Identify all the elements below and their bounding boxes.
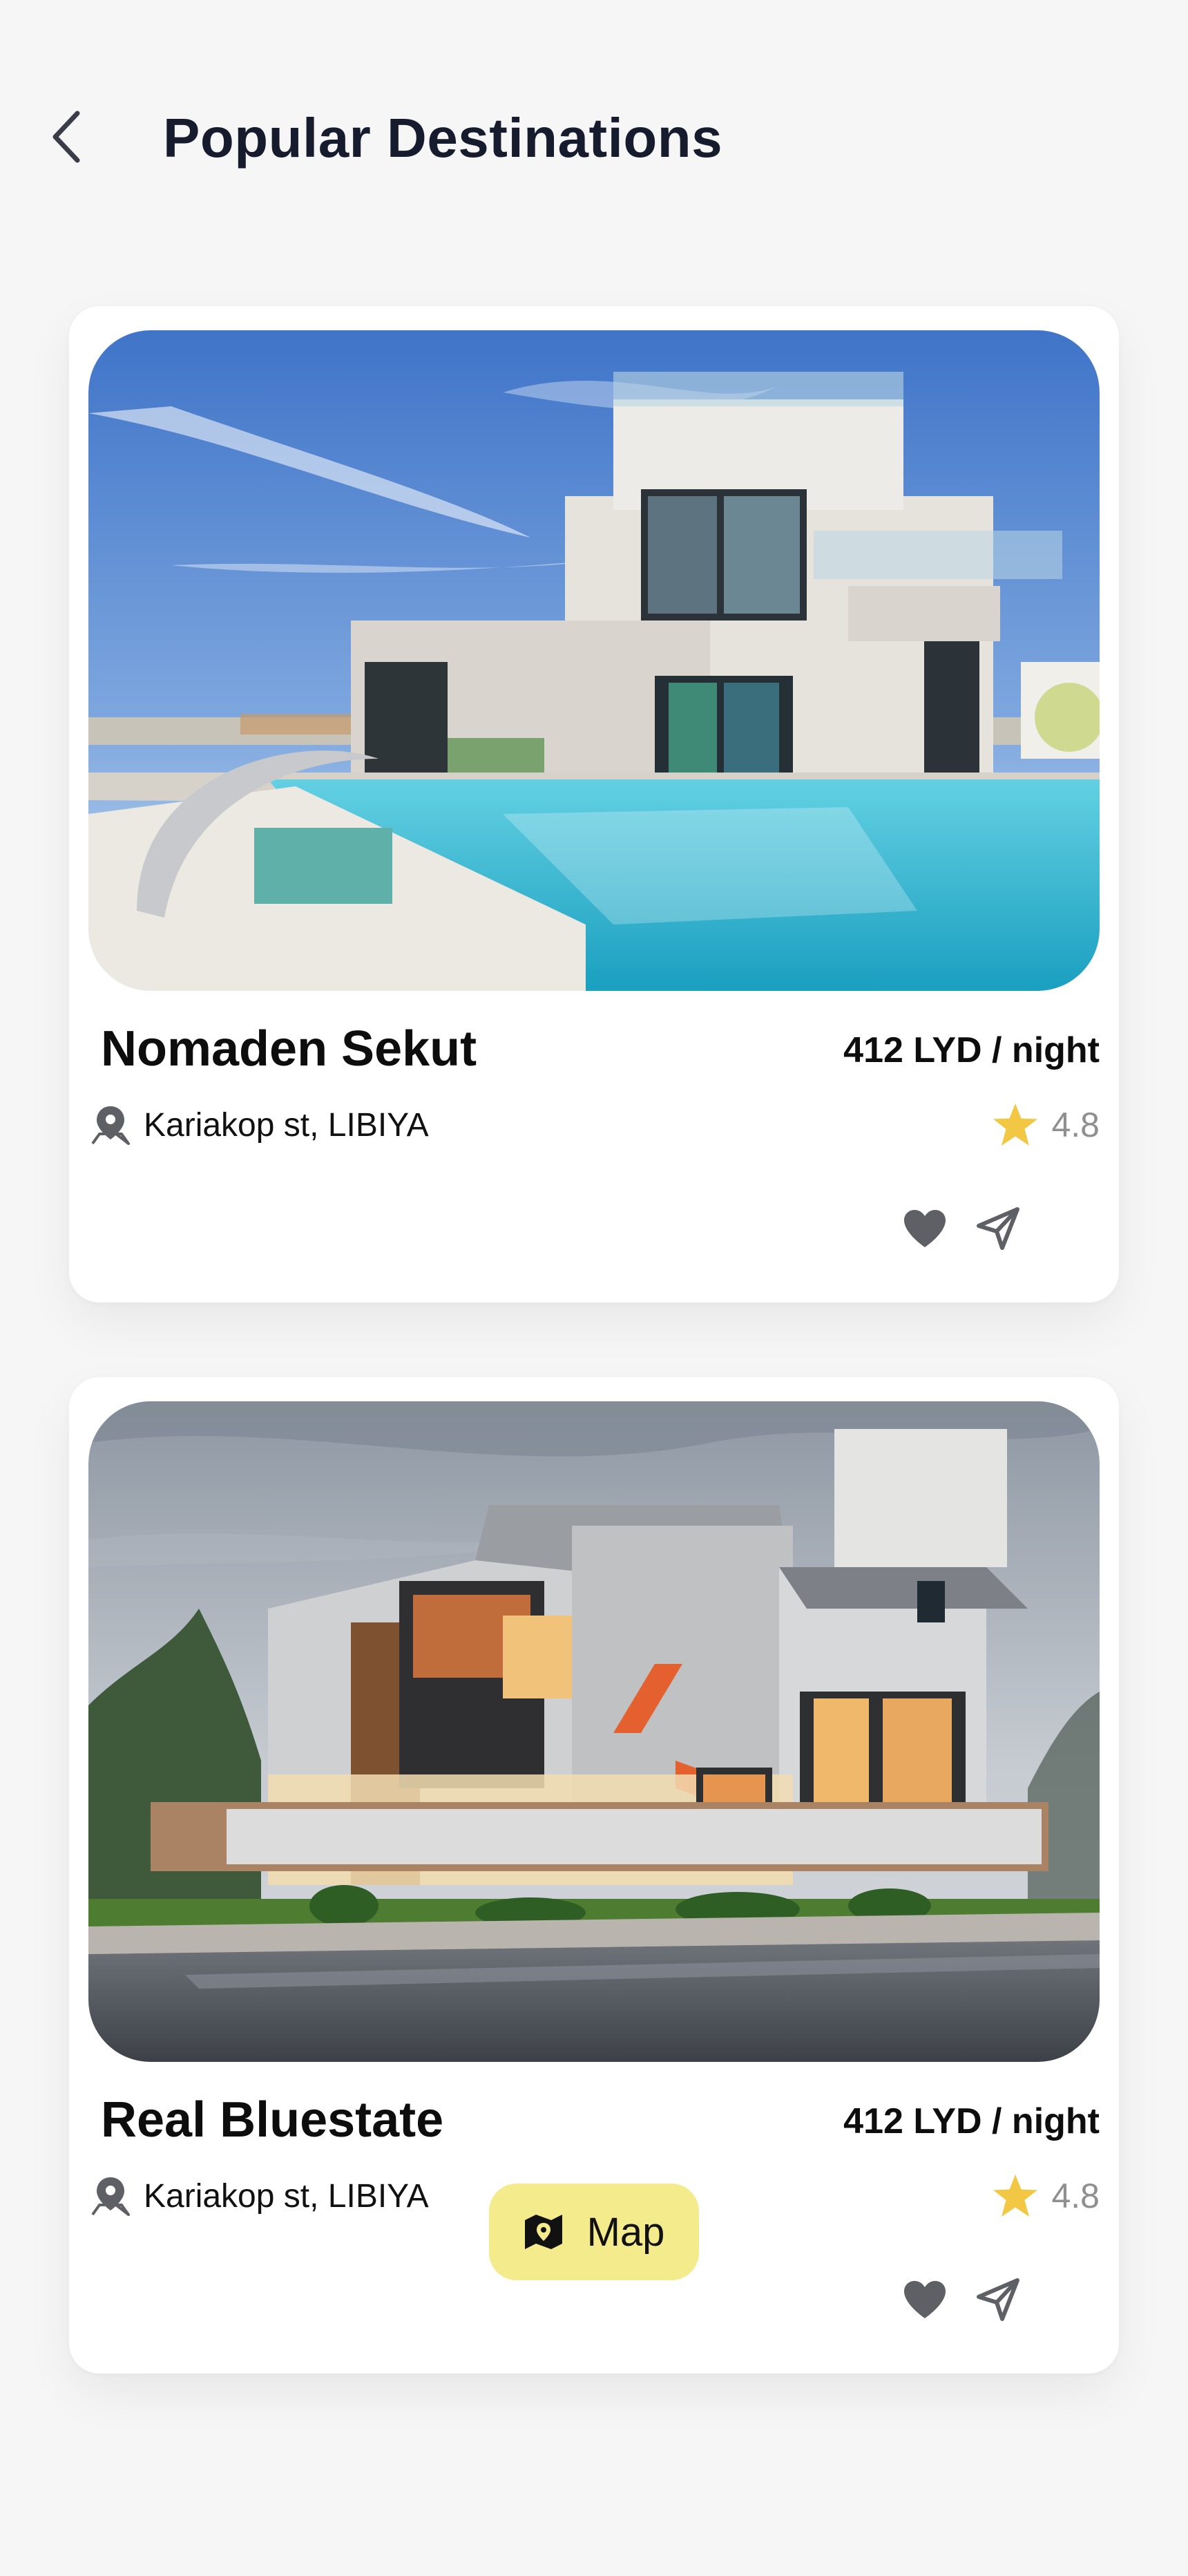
destination-location: Kariakop st, LIBIYA	[90, 1101, 429, 1149]
location-label: Kariakop st, LIBIYA	[144, 2177, 429, 2215]
heart-icon	[904, 2281, 946, 2318]
destination-card[interactable]: Nomaden Sekut 412 LYD / night Kariakop s…	[69, 306, 1119, 1303]
destination-price: 412 LYD / night	[843, 1030, 1100, 1070]
destination-name: Real Bluestate	[101, 2092, 444, 2148]
modern-house-image	[88, 1401, 1100, 2062]
page-title: Popular Destinations	[163, 107, 723, 169]
star-icon	[993, 2175, 1038, 2217]
destination-name: Nomaden Sekut	[101, 1021, 477, 1077]
card-actions	[901, 1204, 1022, 1253]
send-icon	[977, 1207, 1019, 1250]
share-button[interactable]	[974, 2275, 1022, 2324]
send-icon	[977, 2278, 1019, 2321]
destination-rating: 4.8	[992, 2170, 1100, 2222]
share-button[interactable]	[974, 1204, 1022, 1253]
location-pin-icon	[91, 1106, 130, 1145]
destination-location: Kariakop st, LIBIYA	[90, 2172, 429, 2220]
destination-rating: 4.8	[992, 1099, 1100, 1150]
rating-value: 4.8	[1051, 1106, 1100, 1144]
map-button[interactable]: Map	[489, 2184, 699, 2280]
destination-price: 412 LYD / night	[843, 2101, 1100, 2141]
location-label: Kariakop st, LIBIYA	[144, 1106, 429, 1144]
rating-value: 4.8	[1051, 2177, 1100, 2215]
back-button[interactable]	[41, 104, 90, 170]
app-header: Popular Destinations	[0, 0, 1188, 207]
heart-icon	[904, 1210, 946, 1247]
destination-photo[interactable]	[88, 330, 1100, 991]
map-button-label: Map	[586, 2209, 665, 2255]
villa-pool-image	[88, 330, 1100, 991]
map-icon	[524, 2215, 562, 2249]
star-icon	[993, 1104, 1038, 1146]
favorite-button[interactable]	[901, 2275, 949, 2324]
chevron-left-icon	[52, 111, 80, 163]
card-actions	[901, 2275, 1022, 2324]
favorite-button[interactable]	[901, 1204, 949, 1253]
location-pin-icon	[91, 2177, 130, 2216]
destination-photo[interactable]	[88, 1401, 1100, 2062]
